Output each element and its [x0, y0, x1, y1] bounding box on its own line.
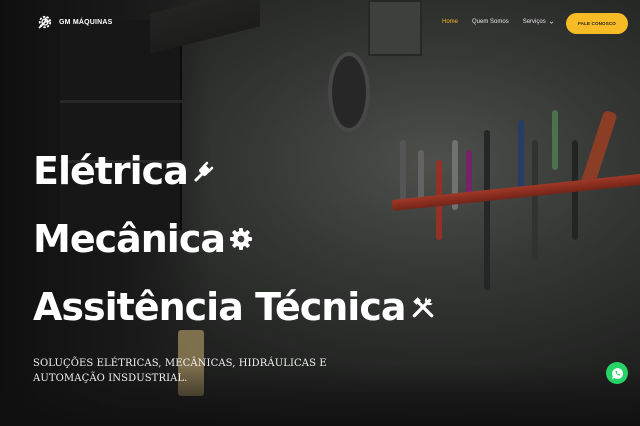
main-nav: Home Quem Somos Serviços	[442, 19, 554, 25]
hero-line-assistencia: Assitência Técnica	[33, 288, 436, 326]
hero-subtitle: SOLUÇÕES ELÉTRICAS, MECÂNICAS, HIDRÁULIC…	[33, 358, 327, 384]
site-logo[interactable]: GM MÁQUINAS	[36, 13, 113, 31]
gear-wrench-logo-icon	[38, 15, 52, 29]
hero-line-mecanica: Mecânica	[33, 220, 253, 258]
hero-line-eletrica-text: Elétrica	[33, 149, 189, 193]
fale-conosco-button[interactable]: FALE CONOSCO	[566, 13, 628, 34]
crossed-tools-icon	[412, 297, 433, 318]
logo-text: GM MÁQUINAS	[59, 18, 113, 26]
chevron-down-icon	[549, 21, 553, 24]
whatsapp-button[interactable]	[606, 362, 628, 384]
plug-icon	[194, 161, 214, 182]
nav-home[interactable]: Home	[442, 19, 458, 25]
hero-line-eletrica: Elétrica	[33, 152, 216, 190]
nav-quem-somos[interactable]: Quem Somos	[472, 19, 509, 25]
nav-servicos[interactable]: Serviços	[523, 19, 554, 25]
hero-line-mecanica-text: Mecânica	[33, 217, 226, 261]
whatsapp-icon	[611, 367, 623, 379]
nav-servicos-label: Serviços	[522, 19, 546, 25]
hero-line-assistencia-text: Assitência Técnica	[33, 285, 407, 329]
gear-icon	[230, 228, 253, 250]
